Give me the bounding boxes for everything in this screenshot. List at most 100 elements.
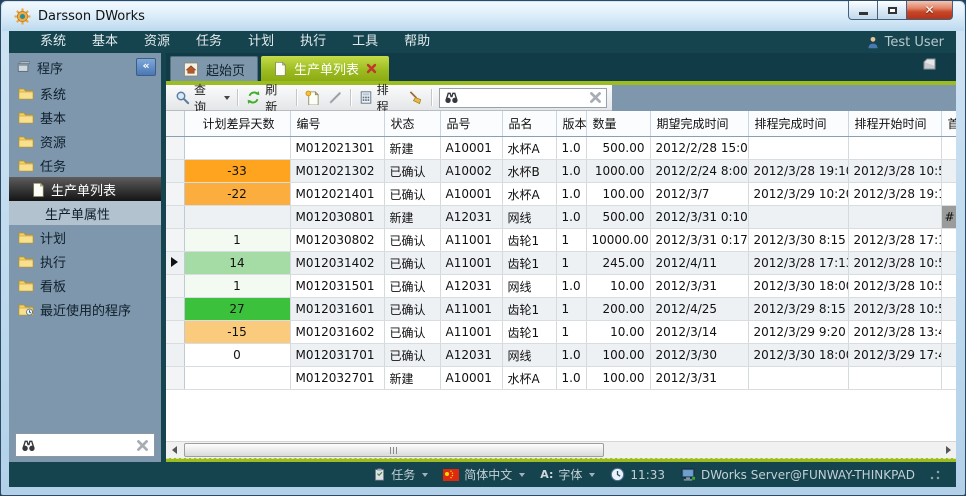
cell-order-no[interactable]: M012021302 xyxy=(290,160,384,183)
cell-expected-finish[interactable]: 2012/3/14 xyxy=(650,321,748,344)
cell-expected-finish[interactable]: 2012/3/31 xyxy=(650,275,748,298)
row-selector[interactable] xyxy=(166,160,184,183)
cell-sched-finish[interactable]: 2012/3/29 10:20 xyxy=(748,183,848,206)
cell-plan-diff-days[interactable] xyxy=(184,206,290,229)
cell-expected-finish[interactable]: 2012/2/24 8:00 xyxy=(650,160,748,183)
cell-item-name[interactable]: 网线 xyxy=(502,275,556,298)
grid-row-9[interactable]: 0 M012031701 已确认 A12031 网线 1.0 100.00 20… xyxy=(166,344,956,367)
column-header-0[interactable]: 计划差异天数 xyxy=(184,111,290,137)
maximize-button[interactable] xyxy=(878,1,907,20)
horizontal-scrollbar[interactable] xyxy=(166,441,956,458)
sidebar-item-8[interactable]: 看板 xyxy=(9,273,161,297)
cell-order-no[interactable]: M012021301 xyxy=(290,137,384,160)
clear-search-icon[interactable] xyxy=(589,91,602,104)
cell-qty[interactable]: 245.00 xyxy=(586,252,650,275)
cell-item-no[interactable]: A10001 xyxy=(440,367,502,390)
cell-item-name[interactable]: 齿轮1 xyxy=(502,252,556,275)
cell-item-no[interactable]: A10001 xyxy=(440,137,502,160)
cell-version[interactable]: 1 xyxy=(556,298,586,321)
cell-flag[interactable] xyxy=(941,367,956,390)
sidebar-item-5[interactable]: 生产单属性 xyxy=(9,201,161,225)
cell-status[interactable]: 已确认 xyxy=(384,183,440,206)
cell-flag[interactable] xyxy=(941,252,956,275)
cell-item-no[interactable]: A11001 xyxy=(440,321,502,344)
cell-sched-start[interactable] xyxy=(848,367,941,390)
minimize-button[interactable] xyxy=(848,1,878,20)
scroll-left-button[interactable] xyxy=(166,442,182,457)
sidebar-item-2[interactable]: 资源 xyxy=(9,129,161,153)
menu-item-6[interactable]: 工具 xyxy=(339,31,391,53)
cell-order-no[interactable]: M012031602 xyxy=(290,321,384,344)
cell-status[interactable]: 已确认 xyxy=(384,298,440,321)
cell-expected-finish[interactable]: 2012/2/28 15:00 xyxy=(650,137,748,160)
cell-qty[interactable]: 1000.00 xyxy=(586,160,650,183)
cell-status[interactable]: 已确认 xyxy=(384,275,440,298)
menu-item-1[interactable]: 基本 xyxy=(79,31,131,53)
menu-item-3[interactable]: 任务 xyxy=(183,31,235,53)
cell-status[interactable]: 已确认 xyxy=(384,160,440,183)
cell-expected-finish[interactable]: 2012/3/31 xyxy=(650,367,748,390)
cell-plan-diff-days[interactable]: 14 xyxy=(184,252,290,275)
cell-sched-start[interactable]: 2012/3/28 17:13 xyxy=(848,229,941,252)
cell-version[interactable]: 1 xyxy=(556,252,586,275)
grid-row-4[interactable]: 1 M012030802 已确认 A11001 齿轮1 1 10000.00 2… xyxy=(166,229,956,252)
cell-item-no[interactable]: A11001 xyxy=(440,298,502,321)
column-header-7[interactable]: 期望完成时间 xyxy=(650,111,748,137)
cell-item-name[interactable]: 齿轮1 xyxy=(502,229,556,252)
cell-status[interactable]: 新建 xyxy=(384,137,440,160)
cell-sched-finish[interactable]: 2012/3/30 18:00 xyxy=(748,275,848,298)
cell-sched-start[interactable]: 2012/3/29 17:46 xyxy=(848,344,941,367)
cell-version[interactable]: 1.0 xyxy=(556,344,586,367)
cell-qty[interactable]: 100.00 xyxy=(586,344,650,367)
cell-sched-finish[interactable]: 2012/3/30 18:00 xyxy=(748,344,848,367)
sidebar-item-6[interactable]: 计划 xyxy=(9,225,161,249)
cell-flag[interactable] xyxy=(941,344,956,367)
cell-version[interactable]: 1.0 xyxy=(556,160,586,183)
cell-sched-start[interactable]: 2012/3/28 10:52 xyxy=(848,160,941,183)
cell-item-no[interactable]: A12031 xyxy=(440,206,502,229)
grid-row-8[interactable]: -15 M012031602 已确认 A11001 齿轮1 1 10.00 20… xyxy=(166,321,956,344)
cell-qty[interactable]: 200.00 xyxy=(586,298,650,321)
edit-button[interactable] xyxy=(324,88,347,107)
grid-row-3[interactable]: M012030801 新建 A12031 网线 1.0 500.00 2012/… xyxy=(166,206,956,229)
menu-item-2[interactable]: 资源 xyxy=(131,31,183,53)
cell-version[interactable]: 1 xyxy=(556,321,586,344)
cell-flag[interactable] xyxy=(941,275,956,298)
cell-status[interactable]: 新建 xyxy=(384,367,440,390)
column-header-5[interactable]: 版本 xyxy=(556,111,586,137)
sidebar-item-1[interactable]: 基本 xyxy=(9,105,161,129)
cell-version[interactable]: 1.0 xyxy=(556,206,586,229)
cell-qty[interactable]: 100.00 xyxy=(586,367,650,390)
cell-order-no[interactable]: M012030801 xyxy=(290,206,384,229)
column-header-6[interactable]: 数量 xyxy=(586,111,650,137)
cell-plan-diff-days[interactable] xyxy=(184,137,290,160)
cell-item-no[interactable]: A12031 xyxy=(440,344,502,367)
cell-item-name[interactable]: 网线 xyxy=(502,344,556,367)
toolbar-search-input[interactable] xyxy=(463,90,585,106)
cell-item-no[interactable]: A10002 xyxy=(440,160,502,183)
clear-search-icon[interactable] xyxy=(136,439,149,452)
row-selector[interactable] xyxy=(166,183,184,206)
cell-item-name[interactable]: 齿轮1 xyxy=(502,321,556,344)
cell-item-name[interactable]: 网线 xyxy=(502,206,556,229)
cell-sched-start[interactable]: 2012/3/28 19:10 xyxy=(848,183,941,206)
close-tab-icon[interactable] xyxy=(366,63,377,74)
cell-item-name[interactable]: 水杯B xyxy=(502,160,556,183)
cell-qty[interactable]: 100.00 xyxy=(586,183,650,206)
column-header-2[interactable]: 状态 xyxy=(384,111,440,137)
column-header-clipped[interactable]: 首 xyxy=(941,111,956,137)
panel-pin-icon[interactable] xyxy=(920,58,938,71)
cell-sched-start[interactable] xyxy=(848,137,941,160)
cell-qty[interactable]: 10.00 xyxy=(586,275,650,298)
sidebar-search-input[interactable] xyxy=(40,437,132,453)
cell-version[interactable]: 1.0 xyxy=(556,137,586,160)
cell-flag[interactable]: # xyxy=(941,206,956,229)
cell-sched-start[interactable]: 2012/3/28 13:40 xyxy=(848,321,941,344)
cell-order-no[interactable]: M012030802 xyxy=(290,229,384,252)
resize-grip[interactable] xyxy=(930,470,940,480)
sidebar-item-3[interactable]: 任务 xyxy=(9,153,161,177)
cell-expected-finish[interactable]: 2012/3/7 xyxy=(650,183,748,206)
cell-qty[interactable]: 10.00 xyxy=(586,321,650,344)
scrollbar-thumb[interactable] xyxy=(184,443,604,457)
cell-expected-finish[interactable]: 2012/4/11 xyxy=(650,252,748,275)
